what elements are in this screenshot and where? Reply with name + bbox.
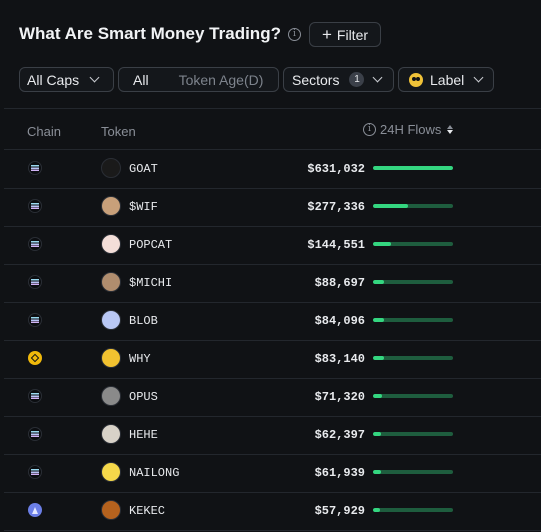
flow-value: $61,939 <box>314 466 365 480</box>
table-row[interactable]: KEKEC $57,929 <box>4 493 541 531</box>
chevron-down-icon <box>473 72 484 83</box>
label-dropdown-label: Label <box>430 71 465 88</box>
flow-bar-fill <box>373 470 381 474</box>
sort-icon[interactable] <box>447 125 454 134</box>
column-header-token: Token <box>101 124 136 139</box>
flow-bar-fill <box>373 204 409 208</box>
flow-bar <box>373 318 453 322</box>
table-header: Chain Token i 24H Flows <box>4 109 541 150</box>
flow-value: $88,697 <box>314 276 365 290</box>
table-row[interactable]: WHY $83,140 <box>4 341 541 379</box>
flow-value: $84,096 <box>314 314 365 328</box>
smart-money-table: Chain Token i 24H Flows GOAT $631,032 $WIF… <box>4 108 541 532</box>
page-title: What Are Smart Money Trading? <box>19 24 281 43</box>
flow-bar <box>373 242 453 246</box>
flow-bar <box>373 166 453 170</box>
flow-bar-fill <box>373 280 385 284</box>
page-header: What Are Smart Money Trading? i <box>19 22 301 46</box>
token-avatar <box>101 234 121 254</box>
flow-bar-fill <box>373 432 381 436</box>
token-avatar <box>101 272 121 292</box>
ethereum-chain-icon <box>28 503 42 517</box>
solana-chain-icon <box>28 237 42 251</box>
flow-value: $57,929 <box>314 504 365 518</box>
bsc-chain-icon <box>28 351 42 365</box>
table-row[interactable]: OPUS $71,320 <box>4 379 541 417</box>
token-avatar <box>101 196 121 216</box>
sectors-dropdown[interactable]: Sectors 1 <box>283 67 394 92</box>
solana-chain-icon <box>28 427 42 441</box>
chevron-down-icon <box>373 72 383 83</box>
label-dropdown[interactable]: Label <box>398 67 494 92</box>
token-name[interactable]: KEKEC <box>129 504 165 518</box>
token-name[interactable]: $MICHI <box>129 276 172 290</box>
table-row[interactable]: POPCAT $144,551 <box>4 227 541 265</box>
table-row[interactable]: BLOB $84,096 <box>4 303 541 341</box>
flow-value: $83,140 <box>314 352 365 366</box>
chevron-down-icon <box>89 72 100 83</box>
table-row[interactable]: HEHE $62,397 <box>4 417 541 455</box>
token-name[interactable]: GOAT <box>129 162 158 176</box>
solana-chain-icon <box>28 275 42 289</box>
filter-button[interactable]: + Filter <box>309 22 381 47</box>
flow-bar <box>373 280 453 284</box>
flow-bar-fill <box>373 356 384 360</box>
flow-bar-fill <box>373 242 392 246</box>
filter-button-label: Filter <box>336 26 369 43</box>
flow-value: $71,320 <box>314 390 365 404</box>
flow-bar-fill <box>373 508 381 512</box>
flow-bar-fill <box>373 394 383 398</box>
column-header-flows[interactable]: i 24H Flows <box>363 122 454 137</box>
token-avatar <box>101 158 121 178</box>
token-name[interactable]: WHY <box>129 352 151 366</box>
flow-bar <box>373 508 453 512</box>
flow-value: $631,032 <box>307 162 365 176</box>
token-avatar <box>101 500 121 520</box>
solana-chain-icon <box>28 465 42 479</box>
token-age-all-option[interactable]: All <box>133 72 149 88</box>
token-age-label[interactable]: Token Age(D) <box>179 72 264 88</box>
flow-bar <box>373 470 453 474</box>
token-name[interactable]: HEHE <box>129 428 158 442</box>
flow-bar-fill <box>373 318 384 322</box>
flow-bar <box>373 394 453 398</box>
token-avatar <box>101 386 121 406</box>
token-name[interactable]: $WIF <box>129 200 158 214</box>
solana-chain-icon <box>28 313 42 327</box>
label-face-icon <box>409 72 423 87</box>
table-row[interactable]: $MICHI $88,697 <box>4 265 541 303</box>
table-row[interactable]: $WIF $277,336 <box>4 189 541 227</box>
token-avatar <box>101 310 121 330</box>
token-name[interactable]: OPUS <box>129 390 158 404</box>
info-icon[interactable]: i <box>363 123 376 136</box>
flow-bar <box>373 432 453 436</box>
plus-icon: + <box>321 24 332 44</box>
table-row[interactable]: GOAT $631,032 <box>4 151 541 189</box>
caps-dropdown[interactable]: All Caps <box>19 67 114 92</box>
flow-bar <box>373 204 453 208</box>
sectors-dropdown-label: Sectors <box>292 71 340 88</box>
sectors-count-badge: 1 <box>349 72 365 87</box>
token-name[interactable]: POPCAT <box>129 238 172 252</box>
flow-bar-fill <box>373 166 453 170</box>
flow-bar <box>373 356 453 360</box>
token-avatar <box>101 424 121 444</box>
token-avatar <box>101 348 121 368</box>
solana-chain-icon <box>28 161 42 175</box>
column-header-flows-label: 24H Flows <box>380 122 442 137</box>
token-name[interactable]: NAILONG <box>129 466 179 480</box>
token-name[interactable]: BLOB <box>129 314 158 328</box>
token-avatar <box>101 462 121 482</box>
token-age-selector[interactable]: All Token Age(D) <box>118 67 279 92</box>
solana-chain-icon <box>28 199 42 213</box>
caps-dropdown-label: All Caps <box>27 71 80 88</box>
flow-value: $277,336 <box>307 200 365 214</box>
flow-value: $62,397 <box>314 428 365 442</box>
info-icon[interactable]: i <box>287 27 301 41</box>
solana-chain-icon <box>28 389 42 403</box>
flow-value: $144,551 <box>307 238 365 252</box>
table-row[interactable]: NAILONG $61,939 <box>4 455 541 493</box>
column-header-chain: Chain <box>27 124 61 139</box>
